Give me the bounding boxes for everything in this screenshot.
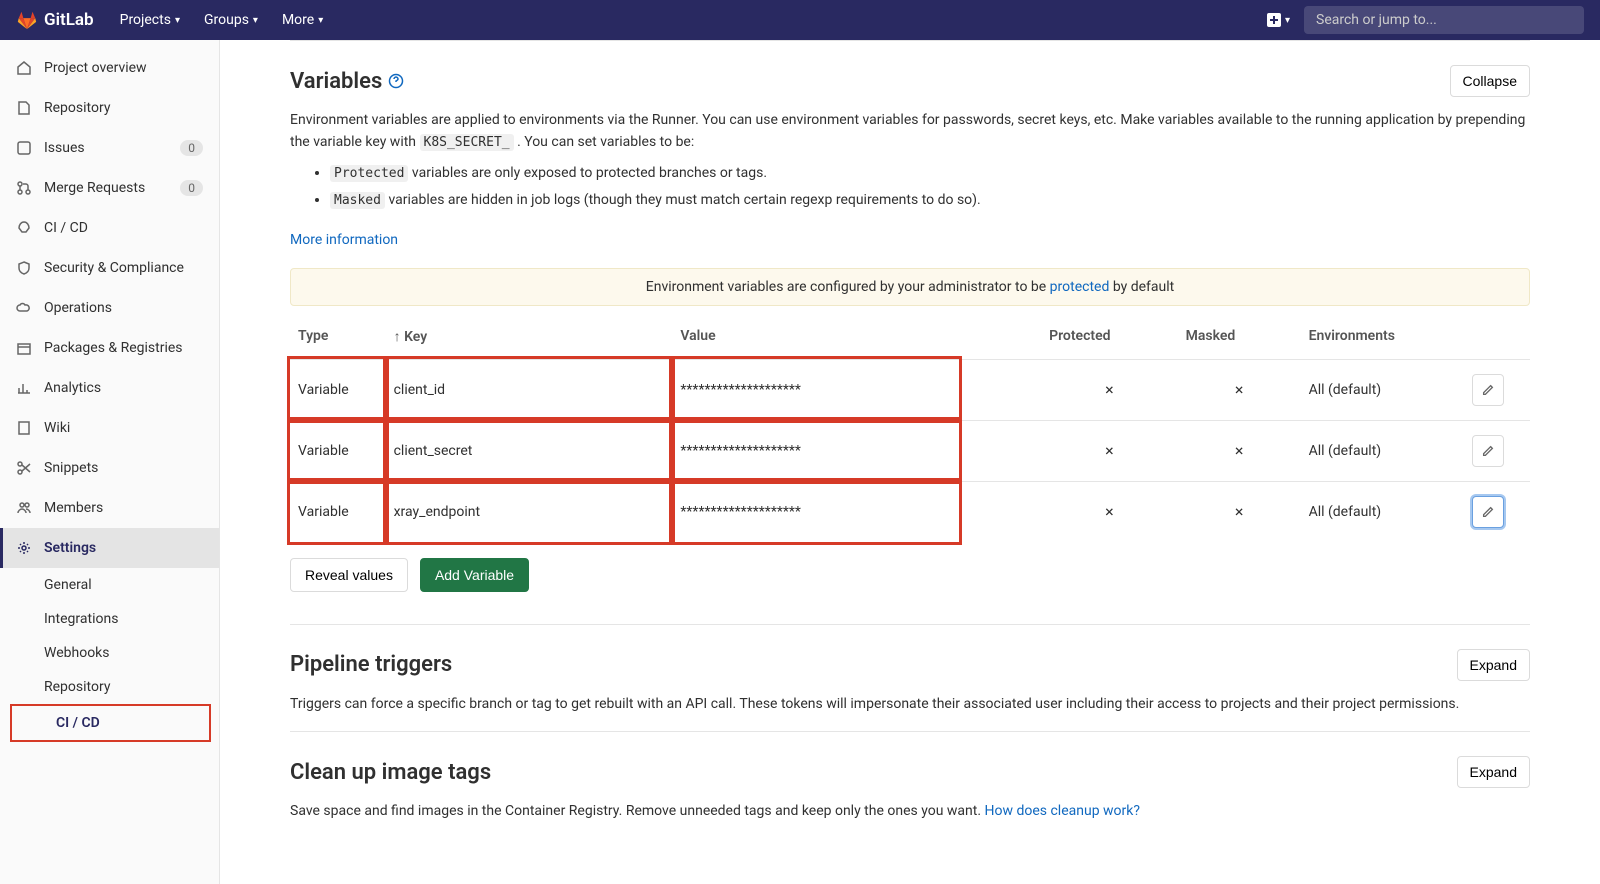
table-row: Variable client_id ******************** …: [290, 359, 1530, 420]
col-value[interactable]: Value: [672, 314, 959, 360]
variables-desc: Environment variables are applied to env…: [290, 109, 1530, 154]
sub-repository[interactable]: Repository: [44, 670, 219, 704]
pencil-icon: [1481, 444, 1495, 458]
col-env[interactable]: Environments: [1301, 314, 1465, 360]
col-protected[interactable]: Protected: [1041, 314, 1178, 360]
cleanup-section: Clean up image tags Expand Save space an…: [290, 731, 1530, 838]
x-icon: ×: [1235, 502, 1244, 521]
scissors-icon: [16, 460, 32, 476]
sidebar-item-security[interactable]: Security & Compliance: [0, 248, 219, 288]
variables-section: Variables Collapse Environment variables…: [290, 40, 1530, 624]
variables-title: Variables: [290, 69, 404, 94]
sidebar-item-operations[interactable]: Operations: [0, 288, 219, 328]
members-icon: [16, 500, 32, 516]
cleanup-title: Clean up image tags: [290, 760, 491, 785]
table-row: Variable xray_endpoint *****************…: [290, 481, 1530, 542]
chevron-down-icon: ▾: [175, 15, 180, 26]
expand-button[interactable]: Expand: [1457, 756, 1530, 788]
highlight-box-cicd: CI / CD: [10, 704, 211, 742]
add-variable-button[interactable]: Add Variable: [420, 558, 529, 592]
gear-icon: [16, 540, 32, 556]
shield-icon: [16, 260, 32, 276]
sidebar-item-repository[interactable]: Repository: [0, 88, 219, 128]
brand-text: GitLab: [44, 10, 94, 30]
sidebar-item-project-overview[interactable]: Project overview: [0, 48, 219, 88]
chevron-down-icon: ▾: [318, 15, 323, 26]
chevron-down-icon: ▾: [253, 15, 258, 26]
more-information-link[interactable]: More information: [290, 232, 398, 248]
x-icon: ×: [1235, 441, 1244, 460]
issues-icon: [16, 140, 32, 156]
sidebar-item-cicd[interactable]: CI / CD: [0, 208, 219, 248]
sub-general[interactable]: General: [44, 568, 219, 602]
nav-more[interactable]: More▾: [272, 4, 333, 36]
gitlab-logo[interactable]: GitLab: [16, 9, 94, 31]
col-key[interactable]: ↑ Key: [386, 314, 673, 360]
help-icon[interactable]: [388, 73, 404, 89]
home-icon: [16, 60, 32, 76]
sidebar-item-packages[interactable]: Packages & Registries: [0, 328, 219, 368]
nav-projects[interactable]: Projects▾: [110, 4, 190, 36]
chevron-down-icon: ▾: [1285, 15, 1290, 26]
sidebar-item-merge-requests[interactable]: Merge Requests0: [0, 168, 219, 208]
sidebar-item-members[interactable]: Members: [0, 488, 219, 528]
rocket-icon: [16, 220, 32, 236]
sub-webhooks[interactable]: Webhooks: [44, 636, 219, 670]
triggers-title: Pipeline triggers: [290, 652, 452, 677]
edit-button[interactable]: [1472, 374, 1504, 406]
sub-integrations[interactable]: Integrations: [44, 602, 219, 636]
mr-badge: 0: [180, 180, 203, 196]
chart-icon: [16, 380, 32, 396]
pencil-icon: [1481, 505, 1495, 519]
nav-groups[interactable]: Groups▾: [194, 4, 268, 36]
x-icon: ×: [1105, 380, 1114, 399]
x-icon: ×: [1105, 441, 1114, 460]
pipeline-triggers-section: Pipeline triggers Expand Triggers can fo…: [290, 624, 1530, 731]
edit-button[interactable]: [1472, 496, 1504, 528]
x-icon: ×: [1105, 502, 1114, 521]
gitlab-icon: [16, 9, 38, 31]
create-new-button[interactable]: ▾: [1261, 9, 1296, 31]
package-icon: [16, 340, 32, 356]
sidebar-item-wiki[interactable]: Wiki: [0, 408, 219, 448]
sub-cicd[interactable]: CI / CD: [56, 706, 209, 740]
col-type[interactable]: Type: [290, 314, 386, 360]
sidebar-item-settings[interactable]: Settings: [0, 528, 219, 568]
variables-table: Type ↑ Key Value Protected Masked Enviro…: [290, 314, 1530, 542]
cloud-icon: [16, 300, 32, 316]
protected-link[interactable]: protected: [1050, 279, 1110, 295]
expand-button[interactable]: Expand: [1457, 649, 1530, 681]
cleanup-link[interactable]: How does cleanup work?: [985, 803, 1140, 819]
merge-icon: [16, 180, 32, 196]
pencil-icon: [1481, 383, 1495, 397]
reveal-values-button[interactable]: Reveal values: [290, 558, 408, 592]
triggers-desc: Triggers can force a specific branch or …: [290, 693, 1530, 715]
main-content: Variables Collapse Environment variables…: [220, 40, 1600, 884]
file-icon: [16, 100, 32, 116]
admin-alert: Environment variables are configured by …: [290, 268, 1530, 306]
sidebar-item-analytics[interactable]: Analytics: [0, 368, 219, 408]
edit-button[interactable]: [1472, 435, 1504, 467]
search-input[interactable]: Search or jump to...: [1304, 6, 1584, 34]
top-header: GitLab Projects▾ Groups▾ More▾ ▾ Search …: [0, 0, 1600, 40]
issues-badge: 0: [180, 140, 203, 156]
table-row: Variable client_secret *****************…: [290, 420, 1530, 481]
sidebar-item-snippets[interactable]: Snippets: [0, 448, 219, 488]
x-icon: ×: [1235, 380, 1244, 399]
collapse-button[interactable]: Collapse: [1450, 65, 1530, 97]
sidebar: Project overview Repository Issues0 Merg…: [0, 40, 220, 884]
sidebar-item-issues[interactable]: Issues0: [0, 128, 219, 168]
col-masked[interactable]: Masked: [1178, 314, 1301, 360]
cleanup-desc: Save space and find images in the Contai…: [290, 800, 1530, 822]
plus-icon: [1267, 13, 1281, 27]
sort-arrow-icon: ↑: [394, 329, 401, 345]
settings-submenu: General Integrations Webhooks Repository: [0, 568, 219, 704]
variables-bullets: Protected variables are only exposed to …: [290, 162, 1530, 212]
book-icon: [16, 420, 32, 436]
